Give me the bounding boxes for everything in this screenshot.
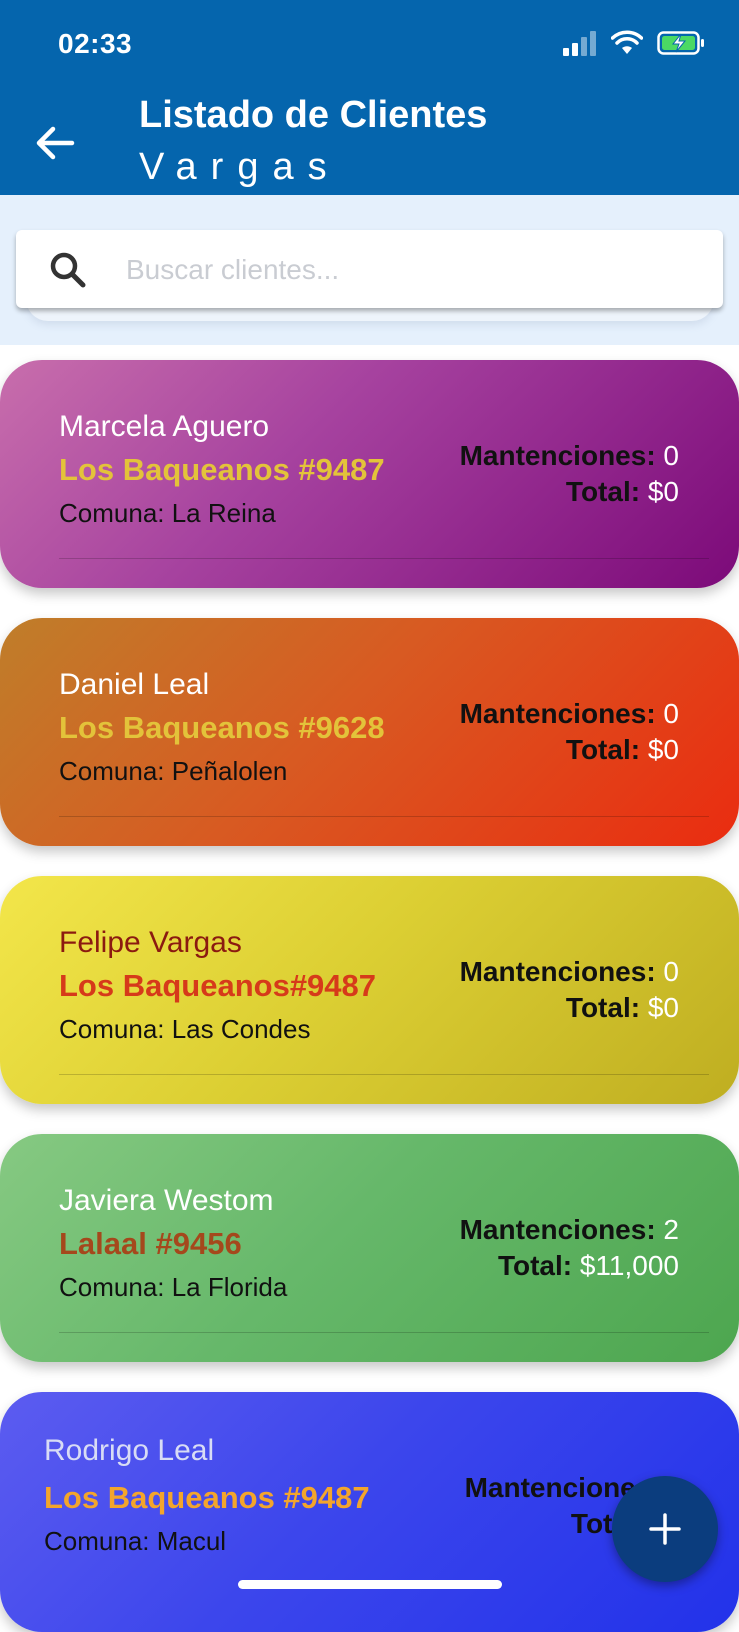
client-comuna: Comuna: La Florida (59, 1272, 288, 1302)
total-value: $11,000 (579, 1250, 679, 1281)
client-stats: Mantenciones: 0 Total: $0 (460, 954, 679, 1026)
total-label: Total: (565, 476, 641, 507)
search-bar[interactable] (16, 230, 723, 308)
page-subtitle: Vargas (139, 146, 341, 188)
app-bar: 02:33 Listado de Clientes Vargas (0, 0, 739, 195)
total-value: $0 (647, 734, 679, 765)
client-address: Los Baqueanos #9487 (44, 1480, 370, 1515)
mantenciones-value: 2 (663, 1214, 679, 1245)
total-label: Total: (497, 1250, 573, 1281)
mantenciones-value: 0 (663, 698, 679, 729)
search-area (0, 195, 739, 345)
search-input[interactable] (124, 244, 688, 296)
wifi-icon (611, 30, 643, 54)
client-stats: Mantenciones: 2 Total: $11,000 (460, 1212, 679, 1284)
client-card[interactable]: Daniel Leal Los Baqueanos #9628 Comuna: … (0, 618, 739, 846)
mantenciones-label: Mantenciones: (459, 956, 656, 987)
search-icon (50, 252, 86, 288)
battery-icon (657, 31, 704, 55)
client-stats: Mantenciones: 0 Total: $0 (460, 696, 679, 768)
client-card[interactable]: Felipe Vargas Los Baqueanos#9487 Comuna:… (0, 876, 739, 1104)
client-address: Los Baqueanos #9487 (59, 452, 385, 487)
mantenciones-value: 0 (663, 956, 679, 987)
plus-icon (649, 1513, 681, 1545)
page-title: Listado de Clientes (139, 94, 488, 136)
client-address: Los Baqueanos #9628 (59, 710, 385, 745)
card-divider (59, 1074, 709, 1075)
card-divider (59, 558, 709, 559)
card-divider (59, 1332, 709, 1333)
mantenciones-label: Mantenciones: (459, 1214, 656, 1245)
total-value: $0 (647, 992, 679, 1023)
mantenciones-value: 0 (663, 440, 679, 471)
back-arrow-icon (36, 126, 75, 160)
total-label: Total: (565, 992, 641, 1023)
signal-icon (563, 31, 596, 56)
mantenciones-label: Mantenciones: (459, 440, 656, 471)
client-name: Javiera Westom (59, 1184, 274, 1217)
client-comuna: Comuna: Macul (44, 1526, 227, 1556)
client-address: Los Baqueanos#9487 (59, 968, 377, 1003)
client-card[interactable]: Javiera Westom Lalaal #9456 Comuna: La F… (0, 1134, 739, 1362)
client-name: Felipe Vargas (59, 926, 242, 959)
client-address: Lalaal #9456 (59, 1226, 242, 1261)
client-card[interactable]: Marcela Aguero Los Baqueanos #9487 Comun… (0, 360, 739, 588)
card-divider (59, 816, 709, 817)
client-name: Rodrigo Leal (44, 1434, 215, 1467)
home-indicator (238, 1580, 502, 1589)
back-button[interactable] (30, 118, 80, 168)
mantenciones-label: Mantenciones: (459, 698, 656, 729)
status-icons (563, 30, 705, 56)
status-time: 02:33 (58, 28, 133, 59)
client-stats: Mantenciones: 0 Total: $0 (460, 438, 679, 510)
client-comuna: Comuna: Peñalolen (59, 756, 288, 786)
total-label: Total: (565, 734, 641, 765)
total-value: $0 (647, 476, 679, 507)
add-client-button[interactable] (612, 1476, 718, 1582)
client-name: Marcela Aguero (59, 410, 270, 443)
client-comuna: Comuna: La Reina (59, 498, 276, 528)
client-comuna: Comuna: Las Condes (59, 1014, 311, 1044)
client-name: Daniel Leal (59, 668, 210, 701)
